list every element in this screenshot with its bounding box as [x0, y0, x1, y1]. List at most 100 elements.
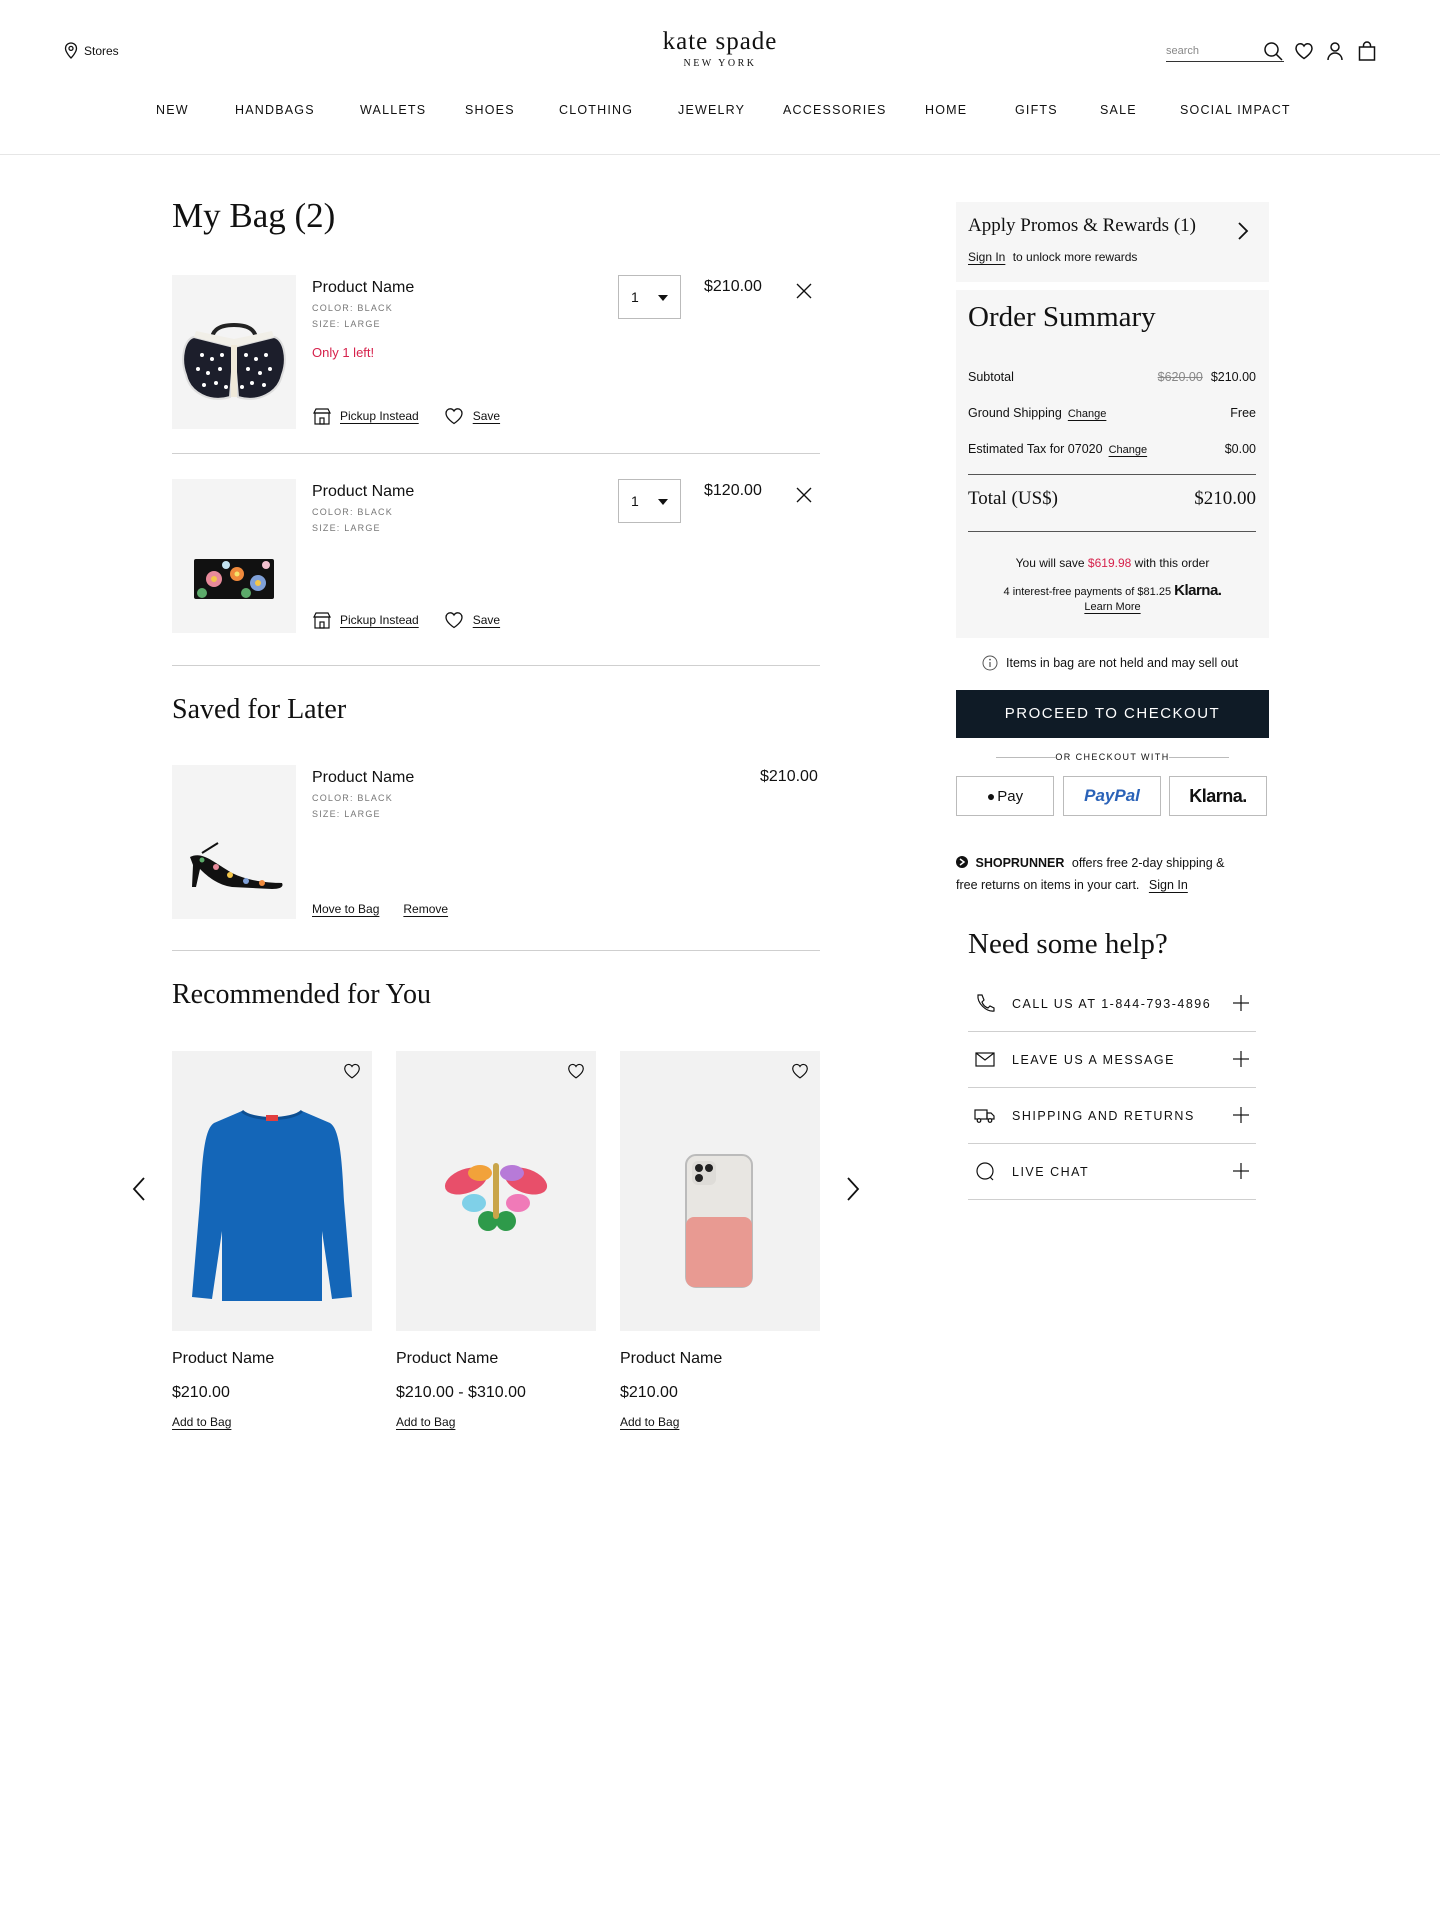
nav-item-wallets[interactable]: WALLETS [360, 103, 426, 117]
apple-icon: ● [986, 788, 996, 804]
learn-more-link[interactable]: Learn More [1084, 601, 1140, 613]
savings-pre: You will save [1015, 556, 1085, 570]
nav-item-sale[interactable]: SALE [1100, 103, 1137, 117]
help-row-message[interactable]: LEAVE US A MESSAGE [968, 1032, 1256, 1088]
proceed-to-checkout-button[interactable]: PROCEED TO CHECKOUT [956, 690, 1269, 738]
product-name[interactable]: Product Name [172, 1350, 274, 1368]
apple-pay-button[interactable]: ● Pay [956, 776, 1054, 816]
promos-subtitle: Sign In to unlock more rewards [968, 250, 1137, 264]
klarna-message: 4 interest-free payments of $81.25 Klarn… [956, 582, 1269, 599]
shipping-change-link[interactable]: Change [1068, 408, 1107, 420]
envelope-icon [975, 1052, 995, 1067]
promos-subtitle-text: to unlock more rewards [1012, 250, 1138, 264]
shopping-bag-icon[interactable] [1356, 40, 1378, 62]
product-image-pink-phone-case[interactable] [620, 1051, 820, 1331]
search-icon[interactable] [1262, 40, 1284, 62]
truck-icon [974, 1109, 995, 1123]
product-price: $120.00 [704, 482, 762, 499]
save-for-later-button[interactable]: Save [443, 406, 500, 426]
product-name[interactable]: Product Name [312, 483, 414, 501]
carousel-next-arrow-icon[interactable] [842, 1176, 862, 1202]
shipping-label: Ground Shipping [968, 406, 1062, 420]
floral-wallet-icon [194, 559, 274, 599]
save-for-later-button[interactable]: Save [443, 610, 500, 630]
saved-for-later-title: Saved for Later [172, 694, 347, 725]
product-color: COLOR: BLACK [312, 303, 393, 313]
add-to-bag-link[interactable]: Add to Bag [620, 1415, 679, 1429]
product-size: SIZE: LARGE [312, 809, 381, 819]
product-size: SIZE: LARGE [312, 523, 381, 533]
klarna-logo: Klarna. [1174, 582, 1222, 599]
product-name[interactable]: Product Name [396, 1350, 498, 1368]
divider [172, 453, 820, 454]
product-name[interactable]: Product Name [620, 1350, 722, 1368]
help-row-shipping[interactable]: SHIPPING AND RETURNS [968, 1088, 1256, 1144]
pickup-instead-button[interactable]: Pickup Instead [312, 406, 419, 426]
heart-icon[interactable] [342, 1061, 362, 1081]
chevron-down-icon [658, 295, 668, 301]
chevron-right-icon [1238, 222, 1249, 240]
total-value: $210.00 [1194, 488, 1256, 509]
bag-notice-text: Items in bag are not held and may sell o… [1006, 656, 1239, 670]
nav-item-shoes[interactable]: SHOES [465, 103, 515, 117]
nav-item-jewelry[interactable]: JEWELRY [678, 103, 745, 117]
quantity-select[interactable]: 1 [618, 479, 681, 523]
product-image-floral-heel[interactable] [172, 765, 296, 919]
help-row-label: LEAVE US A MESSAGE [1012, 1053, 1175, 1067]
add-to-bag-link[interactable]: Add to Bag [396, 1415, 455, 1429]
shoprunner-icon [956, 856, 968, 868]
blue-sweater-icon [192, 1109, 352, 1301]
quantity-select[interactable]: 1 [618, 275, 681, 319]
close-icon[interactable] [794, 485, 814, 505]
tax-change-link[interactable]: Change [1109, 444, 1148, 456]
nav-item-handbags[interactable]: HANDBAGS [235, 103, 315, 117]
sign-in-link[interactable]: Sign In [968, 250, 1005, 264]
nav-item-clothing[interactable]: CLOTHING [559, 103, 633, 117]
product-image-blue-sweater[interactable] [172, 1051, 372, 1331]
heart-icon[interactable] [790, 1061, 810, 1081]
carousel-prev-arrow-icon[interactable] [130, 1176, 150, 1202]
plus-icon [1233, 1163, 1249, 1179]
quantity-value: 1 [631, 493, 639, 509]
heart-icon [445, 408, 463, 425]
klarna-button[interactable]: Klarna. [1169, 776, 1267, 816]
remove-link[interactable]: Remove [403, 902, 448, 916]
nav-item-social-impact[interactable]: SOCIAL IMPACT [1180, 103, 1291, 117]
heart-icon[interactable] [1293, 40, 1315, 62]
tax-value: $0.00 [1224, 442, 1256, 456]
product-name[interactable]: Product Name [312, 279, 414, 297]
nav-item-new[interactable]: NEW [156, 103, 189, 117]
help-row-live-chat[interactable]: LIVE CHAT [968, 1144, 1256, 1200]
help-row-call[interactable]: CALL US AT 1-844-793-4896 [968, 976, 1256, 1032]
nav-item-home[interactable]: HOME [925, 103, 967, 117]
total-label: Total (US$) [968, 488, 1058, 509]
product-image-jeweled-butterfly-pin[interactable] [396, 1051, 596, 1331]
shoprunner-sign-in-link[interactable]: Sign In [1149, 878, 1188, 892]
promos-rewards-panel[interactable]: Apply Promos & Rewards (1) Sign In to un… [956, 202, 1269, 282]
nav-item-accessories[interactable]: ACCESSORIES [783, 103, 887, 117]
product-name[interactable]: Product Name [312, 769, 414, 787]
heart-icon[interactable] [566, 1061, 586, 1081]
subtotal-value: $210.00 [1210, 370, 1256, 384]
product-image-butterfly-handbag[interactable] [172, 275, 296, 429]
pickup-instead-button[interactable]: Pickup Instead [312, 610, 419, 630]
nav-item-gifts[interactable]: GIFTS [1015, 103, 1058, 117]
help-title: Need some help? [968, 928, 1168, 960]
product-image-floral-wallet[interactable] [172, 479, 296, 633]
shoprunner-text-2: free returns on items in your cart. [956, 878, 1140, 892]
site-header: Stores kate spade NEW YORK search NEW HA… [0, 0, 1440, 155]
klarna-text: 4 interest-free payments of $81.25 [1003, 586, 1172, 598]
help-row-label: CALL US AT 1-844-793-4896 [1012, 997, 1212, 1011]
product-price: $210.00 [172, 1384, 230, 1401]
paypal-button[interactable]: PayPal [1063, 776, 1161, 816]
account-icon[interactable] [1324, 40, 1346, 62]
product-color: COLOR: BLACK [312, 507, 393, 517]
move-to-bag-link[interactable]: Move to Bag [312, 902, 379, 916]
or-checkout-with-label: OR CHECKOUT WITH [1055, 752, 1170, 762]
plus-icon [1233, 1107, 1249, 1123]
klarna-button-label: Klarna. [1189, 786, 1247, 806]
pink-phone-case-icon [685, 1154, 753, 1288]
add-to-bag-link[interactable]: Add to Bag [172, 1415, 231, 1429]
close-icon[interactable] [794, 281, 814, 301]
product-price: $210.00 [620, 1384, 678, 1401]
